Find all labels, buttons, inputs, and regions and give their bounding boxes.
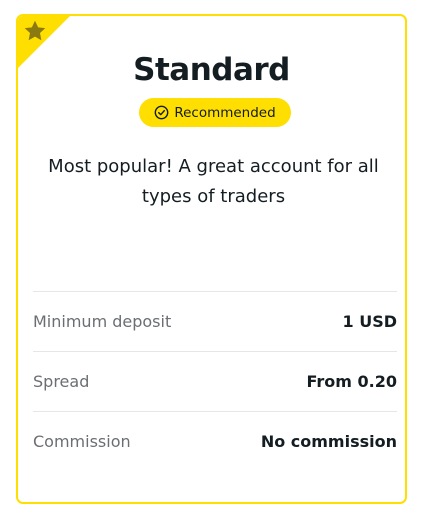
detail-value: 1 USD [342, 312, 398, 331]
account-details-list: Minimum deposit 1 USD Spread From 0.20 C… [33, 291, 397, 471]
account-card-standard[interactable]: Standard Recommended Most popular! A gre… [16, 14, 407, 504]
detail-row-spread: Spread From 0.20 [33, 351, 397, 411]
badge-label: Recommended [174, 104, 276, 121]
star-icon [24, 20, 46, 41]
detail-value: No commission [260, 432, 397, 451]
detail-label: Commission [33, 432, 131, 451]
check-circle-icon [154, 105, 169, 120]
account-title: Standard [133, 52, 290, 88]
account-description: Most popular! A great account for all ty… [48, 156, 379, 207]
detail-label: Minimum deposit [33, 312, 172, 331]
detail-row-minimum-deposit: Minimum deposit 1 USD [33, 291, 397, 351]
detail-row-commission: Commission No commission [33, 411, 397, 471]
detail-label: Spread [33, 372, 90, 391]
recommended-badge: Recommended [139, 98, 291, 127]
detail-value: From 0.20 [306, 372, 397, 391]
